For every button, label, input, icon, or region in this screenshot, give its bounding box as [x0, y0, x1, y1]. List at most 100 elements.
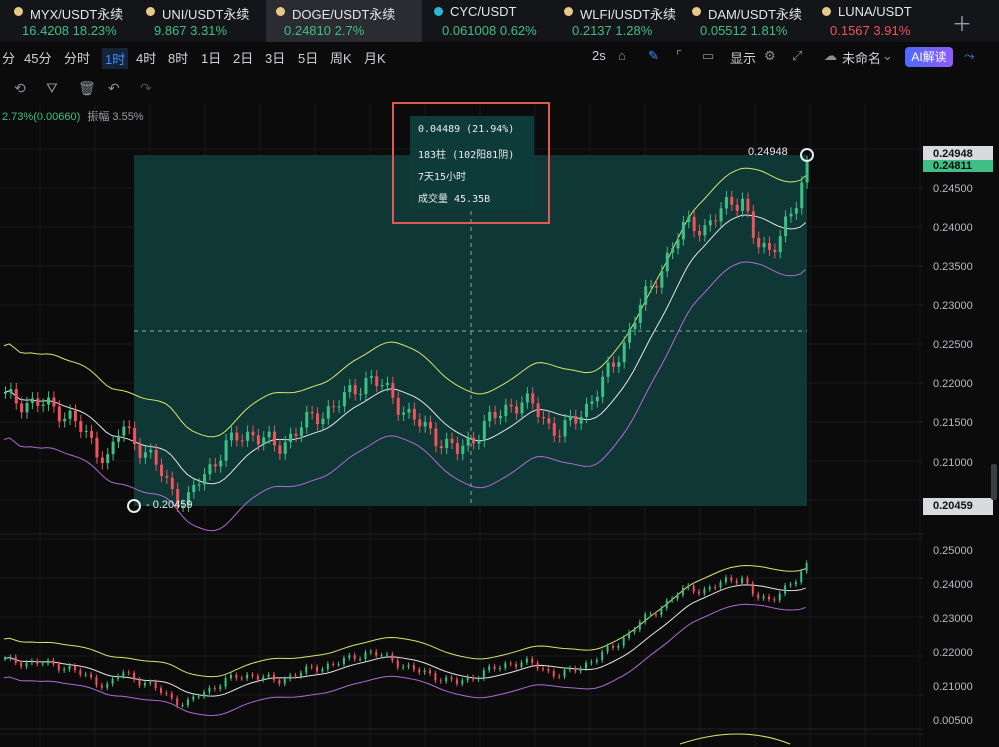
candle-body: [57, 664, 60, 671]
candle-body: [762, 242, 766, 248]
candle-body: [20, 662, 23, 667]
candle-body: [563, 669, 566, 677]
trash-icon[interactable]: 🗑: [78, 80, 96, 97]
candle-body: [531, 658, 534, 663]
symbol-tabs: MYX/USDT永续 16.4208 18.23% UNI/USDT永续 9.8…: [0, 0, 999, 43]
candle-body: [687, 216, 691, 223]
candle-body: [262, 437, 266, 445]
display-button[interactable]: 显示: [730, 48, 756, 67]
candle-body: [601, 651, 604, 661]
candle-body: [385, 654, 388, 656]
candle-body: [224, 678, 227, 687]
candle-body: [160, 688, 163, 693]
redo-icon[interactable]: ↷: [140, 80, 152, 97]
candle-body: [52, 397, 56, 407]
tab-doge[interactable]: DOGE/USDT永续 0.24810 2.7%: [266, 0, 422, 42]
candle-body: [644, 286, 648, 305]
ai-analysis-button[interactable]: AI解读: [905, 47, 953, 67]
candle-body: [192, 485, 196, 493]
timeframe-8h[interactable]: 8时: [168, 48, 188, 67]
timeframe-1h[interactable]: 1时: [102, 48, 129, 69]
candle-body: [176, 698, 179, 706]
candle-body: [246, 431, 250, 441]
candle-body: [466, 677, 469, 681]
candle-body: [73, 410, 77, 422]
candle-body: [391, 382, 395, 398]
camera-icon[interactable]: ⌂: [618, 48, 626, 63]
candle-body: [730, 577, 733, 581]
filter-icon[interactable]: ⛛: [46, 80, 58, 97]
candle-body: [111, 441, 115, 455]
timeframe-4h[interactable]: 4时: [136, 48, 156, 67]
settings-icon[interactable]: ⚙: [764, 48, 776, 64]
candle-body: [47, 397, 51, 405]
candle-body: [47, 660, 50, 664]
candle-body: [283, 442, 287, 454]
price-axis[interactable]: 0.24500 0.24000 0.23500 0.23000 0.22500 …: [923, 104, 999, 747]
magnet-icon[interactable]: ⟲: [14, 80, 26, 97]
candle-body: [267, 431, 271, 438]
candle-body: [735, 580, 738, 584]
tooltip-bars: 183柱 (102阳81阴): [418, 150, 515, 161]
layout-name[interactable]: 未命名: [842, 48, 881, 67]
candle-body: [359, 394, 363, 396]
timeframe-2d[interactable]: 2日: [233, 48, 253, 67]
candle-body: [95, 437, 99, 458]
candle-body: [708, 220, 712, 226]
axis-scroll-handle[interactable]: [991, 464, 997, 500]
candle-body: [439, 680, 442, 682]
tab-luna[interactable]: LUNA/USDT 0.1567 3.91%: [812, 0, 932, 42]
sub-price-tick: 0.24000: [933, 579, 973, 591]
replay-speed[interactable]: 2s: [592, 48, 606, 63]
tab-wlfi[interactable]: WLFI/USDT永续 0.2137 1.28%: [554, 0, 680, 42]
candle-body: [326, 664, 329, 670]
cloud-icon[interactable]: ☁: [824, 48, 837, 64]
tab-cyc[interactable]: CYC/USDT 0.061008 0.62%: [424, 0, 552, 42]
tab-dam[interactable]: DAM/USDT永续 0.05512 1.81%: [682, 0, 808, 42]
candle-body: [68, 665, 71, 670]
candle-body: [127, 672, 130, 674]
candle-body: [197, 484, 201, 486]
candle-body: [143, 452, 147, 458]
candle-body: [289, 433, 293, 443]
frame-icon[interactable]: ⌜: [676, 48, 682, 64]
chevron-down-icon[interactable]: ⌄: [882, 48, 893, 64]
candle-body: [741, 578, 744, 584]
candle-body: [9, 389, 13, 393]
sub2-price-tick: 0.00500: [933, 715, 973, 727]
candle-body: [106, 683, 109, 688]
timeframe-1m[interactable]: 分: [2, 48, 15, 67]
candle-body: [100, 685, 103, 688]
candle-body: [654, 614, 657, 616]
undo-icon[interactable]: ↶: [108, 80, 120, 97]
measure-low-label: - 0.20459: [146, 499, 193, 511]
pen-icon[interactable]: ✎: [648, 48, 659, 64]
fullscreen-icon[interactable]: ⤢: [792, 48, 802, 64]
candle-body: [127, 426, 131, 428]
timeframe-45m[interactable]: 45分: [24, 48, 51, 67]
timeframe-5d[interactable]: 5日: [298, 48, 318, 67]
chart-type-icon[interactable]: ▭: [702, 48, 714, 64]
candle-body: [396, 397, 400, 415]
candle-body: [203, 692, 206, 697]
candle-body: [767, 596, 770, 600]
candle-body: [671, 598, 674, 601]
candle-body: [434, 428, 438, 446]
timeframe-1d[interactable]: 1日: [201, 48, 221, 67]
candle-body: [477, 678, 480, 680]
candle-body: [751, 583, 754, 595]
measure-tooltip-panel: 0.04489 (21.94%) 183柱 (102阳81阴) 7天15小时 成…: [410, 116, 534, 210]
share-icon[interactable]: ⤳: [964, 48, 974, 64]
tab-price: 9.867 3.31%: [154, 23, 228, 38]
add-tab-icon[interactable]: ＋: [952, 8, 972, 37]
tab-uni[interactable]: UNI/USDT永续 9.867 3.31%: [136, 0, 264, 42]
timeframe-week[interactable]: 周K: [330, 48, 352, 67]
candle-body: [509, 663, 512, 665]
candle-body: [778, 593, 781, 601]
timeframe-line[interactable]: 分时: [64, 48, 90, 67]
candle-body: [57, 406, 61, 422]
candle-body: [154, 682, 157, 689]
timeframe-3d[interactable]: 3日: [265, 48, 285, 67]
tab-myx[interactable]: MYX/USDT永续 16.4208 18.23%: [4, 0, 132, 42]
timeframe-month[interactable]: 月K: [364, 48, 386, 67]
